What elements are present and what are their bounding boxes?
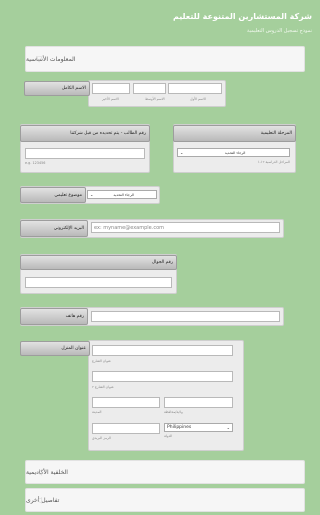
grade-select-value: الرجاء التحديد xyxy=(224,150,246,155)
collapse-triangle-icon[interactable]: ◁ xyxy=(36,496,42,505)
full-name-label: الاسم الكامل xyxy=(24,81,90,96)
first-name-input[interactable] xyxy=(168,83,222,94)
chevron-down-icon: ⌄ xyxy=(90,192,94,197)
chevron-down-icon: ⌄ xyxy=(226,425,230,430)
street1-sub: عنوان الشارع xyxy=(92,359,112,363)
subject-select-value: الرجاء التحديد xyxy=(113,192,134,197)
middle-name-sub: الاسم الأوسط xyxy=(145,97,165,101)
email-label: البريد الإلكتروني xyxy=(20,220,88,237)
section-basic-info[interactable]: المعلومات الأساسية ▽ xyxy=(25,46,305,72)
grade-hint: المراحل الدراسية ١٢-١ xyxy=(257,160,290,164)
zip-sub: الرمز البريدي xyxy=(92,436,111,440)
collapse-triangle-icon[interactable]: ▽ xyxy=(36,55,42,64)
grade-label: المرحلة التعليمية xyxy=(173,125,296,142)
student-id-input[interactable] xyxy=(25,148,145,159)
grade-select[interactable]: الرجاء التحديد ⌄ xyxy=(177,148,290,157)
section-basic-label: المعلومات الأساسية xyxy=(26,55,76,63)
mobile-label: رقم الجوال xyxy=(20,255,177,270)
country-sub: الدولة xyxy=(164,434,173,438)
address-label: عنوان المنزل xyxy=(20,341,90,356)
state-sub: ولاية/محافظة xyxy=(164,410,183,414)
section-academic[interactable]: الخلفية الأكاديمية ◁ xyxy=(25,460,305,484)
subject-select[interactable]: الرجاء التحديد ⌄ xyxy=(87,190,157,199)
chevron-down-icon: ⌄ xyxy=(180,150,184,155)
middle-name-input[interactable] xyxy=(133,83,166,94)
city-input[interactable] xyxy=(92,397,160,408)
street2-input[interactable] xyxy=(92,371,233,382)
page-subtitle: نموذج تسجيل الدروس التعليمية xyxy=(246,28,312,34)
section-academic-label: الخلفية الأكاديمية xyxy=(26,468,68,476)
email-input[interactable]: ex: myname@example.com xyxy=(91,222,280,233)
student-id-label: رقم الطالب - يتم تحديده من قبل شركتنا xyxy=(20,125,150,142)
last-name-sub: الاسم الأخير xyxy=(102,97,119,101)
section-other[interactable]: تفاصيل أخرى ◁ xyxy=(25,488,305,512)
zip-input[interactable] xyxy=(92,423,160,434)
page-title: شركة المستشارين المتنوعة للتعليم xyxy=(173,12,312,21)
street1-input[interactable] xyxy=(92,345,233,356)
country-select-value: Philippines xyxy=(167,425,192,430)
phone-input[interactable] xyxy=(91,311,280,322)
mobile-input[interactable] xyxy=(25,277,172,288)
student-id-hint: e.g. 123456 xyxy=(25,161,46,165)
street2-sub: عنوان الشارع ٢ xyxy=(92,385,114,389)
section-other-label: تفاصيل أخرى xyxy=(26,496,60,504)
state-input[interactable] xyxy=(164,397,233,408)
last-name-input[interactable] xyxy=(92,83,130,94)
phone-label: رقم هاتف xyxy=(20,308,88,325)
city-sub: المدينة xyxy=(92,410,102,414)
collapse-triangle-icon[interactable]: ◁ xyxy=(36,468,42,477)
subject-label: موضوع تعليمي xyxy=(20,187,86,203)
country-select[interactable]: Philippines ⌄ xyxy=(164,423,233,432)
first-name-sub: الاسم الأول xyxy=(190,97,207,101)
